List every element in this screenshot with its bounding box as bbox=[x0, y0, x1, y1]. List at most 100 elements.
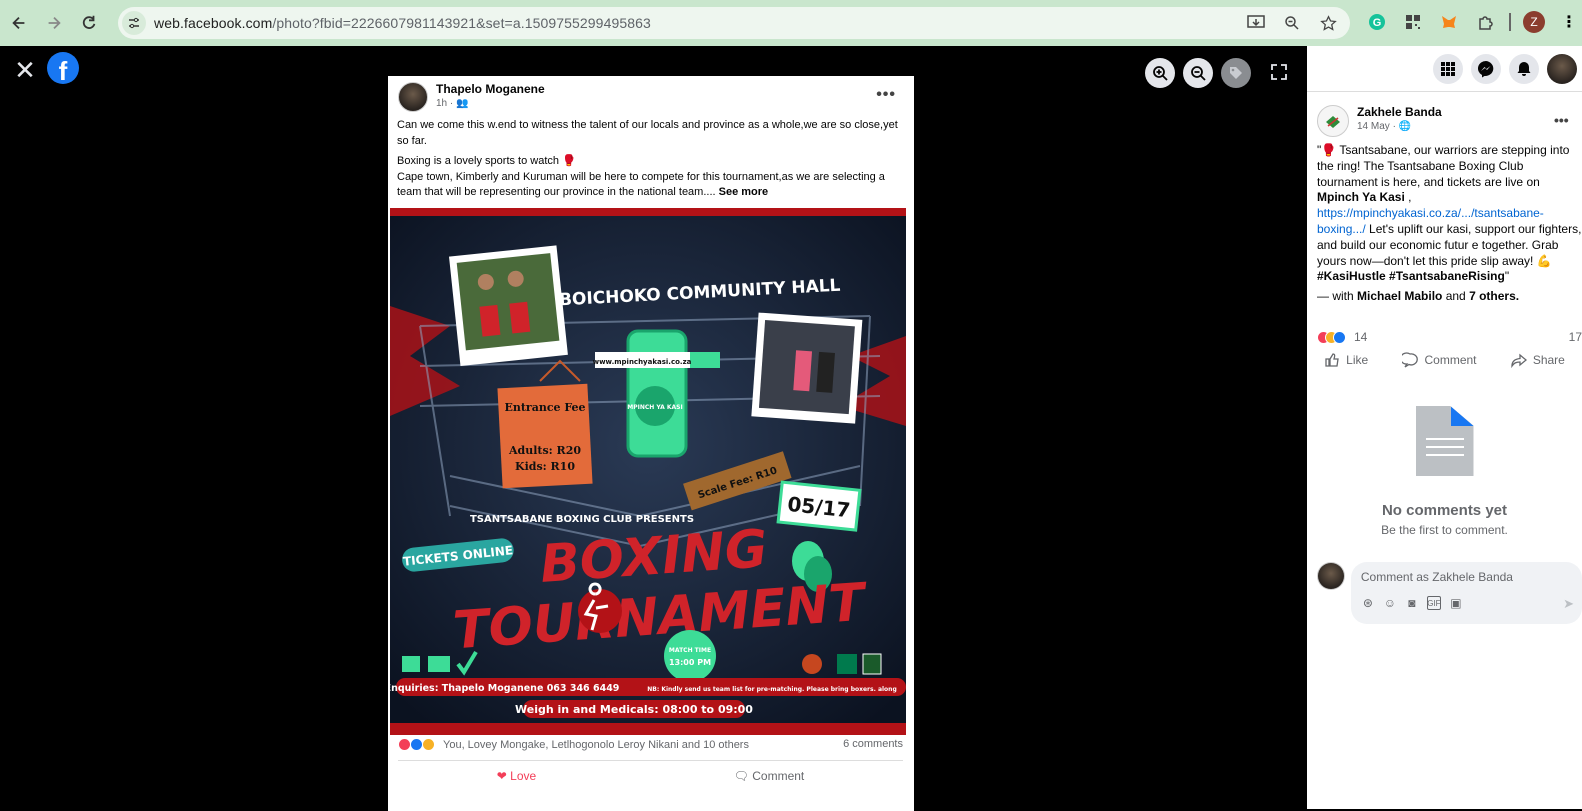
post-options-icon[interactable]: ••• bbox=[1554, 112, 1569, 128]
send-icon[interactable]: ➤ bbox=[1563, 596, 1574, 612]
close-icon[interactable]: ✕ bbox=[12, 57, 38, 84]
care-reaction-icon bbox=[422, 738, 435, 751]
profile-avatar[interactable]: Z bbox=[1523, 11, 1545, 33]
browser-toolbar: web.facebook.com/photo?fbid=222660798114… bbox=[0, 0, 1582, 46]
no-comments-subtitle: Be the first to comment. bbox=[1381, 523, 1508, 537]
share-count[interactable]: 17 bbox=[1569, 330, 1582, 344]
author-name[interactable]: Zakhele Banda bbox=[1357, 105, 1442, 119]
zoom-icon[interactable] bbox=[1280, 11, 1304, 35]
extensions-puzzle-icon[interactable] bbox=[1473, 10, 1497, 34]
poster-match-time: 13:00 PM bbox=[669, 658, 711, 667]
tagged-people: — with Michael Mabilo and 7 others. bbox=[1317, 289, 1520, 303]
metamask-extension-icon[interactable] bbox=[1437, 10, 1461, 34]
poster-kids-fee: Kids: R10 bbox=[515, 460, 575, 473]
see-more-link[interactable]: See more bbox=[719, 186, 769, 198]
zoom-out-icon[interactable] bbox=[1183, 58, 1213, 88]
account-avatar[interactable] bbox=[1547, 54, 1577, 84]
post-actions: ❤ Love 🗨 Comment bbox=[398, 760, 903, 783]
qr-extension-icon[interactable] bbox=[1401, 10, 1425, 34]
site-settings-icon[interactable] bbox=[122, 11, 146, 35]
post-caption: "🥊 Tsantsabane, our warriors are steppin… bbox=[1317, 143, 1582, 284]
comments-count[interactable]: 6 comments bbox=[843, 738, 903, 751]
post-paragraph: Can we come this w.end to witness the ta… bbox=[397, 119, 898, 147]
zoom-controls bbox=[1145, 58, 1251, 88]
comment-bubble-icon bbox=[1402, 352, 1419, 368]
post-author: Zakhele Banda 14 May · 🌐 bbox=[1317, 105, 1442, 137]
emoji-icon[interactable]: ☺ bbox=[1383, 596, 1397, 610]
thumbs-up-icon bbox=[1325, 353, 1339, 367]
post-date: 14 May · 🌐 bbox=[1357, 121, 1412, 132]
post-details-panel: Zakhele Banda 14 May · 🌐 ••• "🥊 Tsantsab… bbox=[1307, 46, 1582, 809]
document-icon bbox=[1415, 406, 1474, 476]
fullscreen-icon[interactable] bbox=[1271, 64, 1289, 82]
comment-input[interactable]: Comment as Zakhele Banda ⊛ ☺ ◙ GIF ▣ ➤ bbox=[1350, 562, 1582, 624]
comment-composer: Comment as Zakhele Banda ⊛ ☺ ◙ GIF ▣ ➤ bbox=[1317, 562, 1582, 624]
post-more-icon[interactable]: ••• bbox=[876, 86, 896, 104]
poster-app-badge: MPINCH YA KASI bbox=[627, 404, 683, 411]
back-icon[interactable] bbox=[6, 10, 32, 36]
poster-entrance-title: Entrance Fee bbox=[504, 401, 585, 414]
tag-icon[interactable] bbox=[1221, 58, 1251, 88]
hashtags[interactable]: #KasiHustle #TsantsabaneRising bbox=[1317, 269, 1505, 283]
public-globe-icon: 🌐 bbox=[1398, 121, 1412, 132]
friends-audience-icon: 👥 bbox=[456, 98, 469, 109]
share-button[interactable]: Share bbox=[1511, 352, 1565, 368]
post-paragraph: Cape town, Kimberly and Kuruman will be … bbox=[397, 170, 885, 199]
poster-adults-fee: Adults: R20 bbox=[508, 444, 581, 457]
avatar-sticker-icon[interactable]: ⊛ bbox=[1361, 596, 1375, 610]
tagged-person[interactable]: Michael Mabilo bbox=[1357, 289, 1442, 303]
reload-icon[interactable] bbox=[76, 10, 102, 36]
zoom-in-icon[interactable] bbox=[1145, 58, 1175, 88]
camera-icon[interactable]: ◙ bbox=[1405, 596, 1419, 610]
post-stats: You, Lovey Mongake, Letlhogonolo Leroy N… bbox=[398, 738, 903, 751]
poster-presents: TSANTSABANE BOXING CLUB PRESENTS bbox=[470, 514, 694, 525]
url-text: web.facebook.com/photo?fbid=222660798114… bbox=[154, 15, 651, 31]
comment-icon: 🗨 bbox=[733, 769, 749, 783]
messenger-icon[interactable] bbox=[1471, 54, 1501, 84]
toolbar-divider bbox=[1509, 13, 1511, 31]
menu-grid-icon[interactable] bbox=[1433, 54, 1463, 84]
poster-weigh-in: Weigh in and Medicals: 08:00 to 09:00 bbox=[515, 703, 753, 716]
notifications-bell-icon[interactable] bbox=[1509, 54, 1539, 84]
empty-comments-state: No comments yet Be the first to comment. bbox=[1307, 406, 1582, 537]
post-time: 1h · 👥 bbox=[436, 98, 469, 109]
install-app-icon[interactable] bbox=[1244, 11, 1268, 35]
photo-viewer: ✕ f Thapelo Moganene 1h · 👥 ••• Can we c… bbox=[0, 46, 1307, 811]
browser-menu-icon[interactable]: ⋮ bbox=[1557, 10, 1581, 34]
comment-placeholder: Comment as Zakhele Banda bbox=[1360, 570, 1513, 584]
author-avatar[interactable] bbox=[1317, 105, 1349, 137]
post-author-name[interactable]: Thapelo Moganene bbox=[436, 82, 545, 96]
share-arrow-icon bbox=[1511, 353, 1527, 368]
poster-website: www.mpinchyakasi.co.za bbox=[593, 358, 692, 366]
facebook-logo-icon[interactable]: f bbox=[47, 52, 79, 84]
grammarly-extension-icon[interactable]: G bbox=[1365, 10, 1389, 34]
love-icon: ❤ bbox=[496, 769, 507, 783]
sticker-icon[interactable]: ▣ bbox=[1449, 596, 1463, 610]
poster-note: NB: Kindly send us team list for pre-mat… bbox=[647, 686, 897, 693]
svg-text:G: G bbox=[1373, 17, 1382, 29]
side-header bbox=[1307, 46, 1582, 92]
comment-button[interactable]: 🗨 Comment bbox=[734, 769, 805, 783]
poster-enquiries: Enquiries: Thapelo Moganene 063 346 6449 bbox=[390, 683, 619, 694]
post-paragraph: Boxing is a lovely sports to watch 🥊 bbox=[397, 155, 576, 167]
reactions-summary[interactable]: You, Lovey Mongake, Letlhogonolo Leroy N… bbox=[443, 739, 749, 751]
like-reaction-icon bbox=[1333, 330, 1346, 344]
comment-button[interactable]: Comment bbox=[1402, 352, 1477, 368]
no-comments-title: No comments yet bbox=[1381, 502, 1508, 519]
love-button[interactable]: ❤ Love bbox=[497, 769, 536, 783]
tournament-poster-image[interactable]: BOICHOKO COMMUNITY HALL MPINCH YA KASI w… bbox=[390, 208, 906, 735]
gif-icon[interactable]: GIF bbox=[1426, 596, 1441, 610]
poster-match-time-label: MATCH TIME bbox=[669, 647, 711, 654]
shared-post-card: Thapelo Moganene 1h · 👥 ••• Can we come … bbox=[388, 76, 914, 811]
forward-icon[interactable] bbox=[41, 10, 67, 36]
like-button[interactable]: Like bbox=[1324, 352, 1368, 368]
post-author-avatar[interactable] bbox=[398, 82, 428, 112]
bookmark-star-icon[interactable] bbox=[1316, 11, 1340, 35]
tagged-others[interactable]: 7 others. bbox=[1469, 289, 1519, 303]
side-actions: Like Comment Share bbox=[1307, 352, 1582, 368]
address-bar[interactable]: web.facebook.com/photo?fbid=222660798114… bbox=[118, 7, 1350, 39]
reaction-summary: 14 17 bbox=[1317, 330, 1582, 344]
commenter-avatar[interactable] bbox=[1317, 562, 1345, 590]
reaction-count[interactable]: 14 bbox=[1354, 330, 1367, 344]
post-body: Can we come this w.end to witness the ta… bbox=[397, 118, 905, 206]
